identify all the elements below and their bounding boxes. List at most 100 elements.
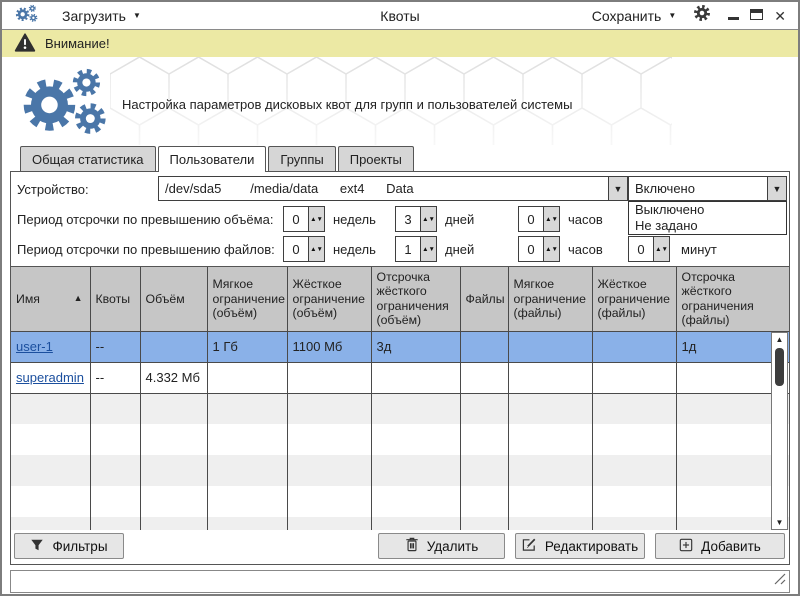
table-cell: [508, 362, 592, 393]
column-header[interactable]: Объём: [140, 267, 207, 331]
quota-state-combobox[interactable]: Включено ▼: [628, 176, 787, 201]
hours-unit: часов: [568, 212, 603, 227]
user-link[interactable]: user-1: [16, 339, 53, 354]
column-header[interactable]: Мягкое ограничение (объём): [207, 267, 287, 331]
warning-banner: Внимание!: [2, 30, 798, 57]
tab-users[interactable]: Пользователи: [158, 146, 267, 172]
chevron-down-icon[interactable]: ▼: [767, 177, 786, 200]
table-cell: [207, 362, 287, 393]
delete-button[interactable]: Удалить: [378, 533, 505, 559]
filters-label: Фильтры: [52, 539, 107, 554]
sort-ascending-icon: ▲: [74, 293, 85, 304]
vertical-scrollbar[interactable]: ▲ ▼: [771, 332, 788, 530]
column-header[interactable]: Отсрочка жёсткого ограничения (файлы): [676, 267, 789, 331]
save-menu-button[interactable]: Сохранить ▼: [592, 8, 677, 24]
table-cell: 1 Гб: [207, 331, 287, 362]
add-label: Добавить: [701, 539, 761, 554]
weeks-unit: недель: [333, 212, 376, 227]
table-row[interactable]: superadmin--4.332 Мб: [11, 362, 789, 393]
files-days-stepper[interactable]: 1 ▲▼: [395, 236, 437, 262]
table-cell: 4.332 Мб: [140, 362, 207, 393]
scroll-up-icon[interactable]: ▲: [776, 333, 784, 346]
scrollbar-thumb[interactable]: [775, 348, 784, 386]
add-button[interactable]: Добавить: [655, 533, 785, 559]
volume-weeks-stepper[interactable]: 0 ▲▼: [283, 206, 325, 232]
stepper-value: 1: [396, 237, 420, 261]
column-header[interactable]: Жёсткое ограничение (файлы): [592, 267, 676, 331]
table-cell: [460, 362, 508, 393]
stepper-arrows-icon[interactable]: ▲▼: [543, 237, 559, 261]
volume-days-stepper[interactable]: 3 ▲▼: [395, 206, 437, 232]
plus-square-icon: [679, 538, 693, 555]
dropdown-option-disabled[interactable]: Выключено: [629, 202, 786, 218]
stepper-arrows-icon[interactable]: ▲▼: [420, 207, 436, 231]
table-cell: [371, 362, 460, 393]
files-period-label: Период отсрочки по превышению файлов:: [17, 242, 275, 257]
stepper-arrows-icon[interactable]: ▲▼: [308, 237, 324, 261]
restore-button[interactable]: [750, 7, 763, 25]
delete-label: Удалить: [427, 539, 479, 554]
quota-controls: Устройство: /dev/sda5 /media/data ext4 D…: [11, 172, 789, 266]
scroll-down-icon[interactable]: ▼: [776, 516, 784, 529]
stepper-value: 0: [284, 207, 308, 231]
column-header[interactable]: Квоты: [90, 267, 140, 331]
column-header[interactable]: Имя▲: [11, 267, 90, 331]
tab-projects[interactable]: Проекты: [338, 146, 414, 171]
stepper-arrows-icon[interactable]: ▲▼: [420, 237, 436, 261]
volume-hours-stepper[interactable]: 0 ▲▼: [518, 206, 560, 232]
table-cell: [592, 331, 676, 362]
settings-gear-icon[interactable]: [693, 4, 711, 27]
close-button[interactable]: ✕: [774, 9, 786, 23]
stepper-value: 0: [629, 237, 653, 261]
files-hours-stepper[interactable]: 0 ▲▼: [518, 236, 560, 262]
table-cell: 1100 Мб: [287, 331, 371, 362]
files-minutes-stepper[interactable]: 0 ▲▼: [628, 236, 670, 262]
minutes-unit: минут: [681, 242, 717, 257]
device-combobox[interactable]: /dev/sda5 /media/data ext4 Data ▼: [158, 176, 628, 201]
dropdown-option-notset[interactable]: Не задано: [629, 218, 786, 234]
page-header: Настройка параметров дисковых квот для г…: [2, 57, 798, 145]
table-cell: 3д: [371, 331, 460, 362]
tab-bar: Общая статистика Пользователи Группы Про…: [20, 145, 798, 171]
tab-label: Проекты: [350, 152, 402, 167]
table-cell: [140, 331, 207, 362]
filters-button[interactable]: Фильтры: [14, 533, 124, 559]
column-header[interactable]: Жёсткое ограничение (объём): [287, 267, 371, 331]
minimize-button[interactable]: [728, 17, 739, 20]
column-header[interactable]: Мягкое ограничение (файлы): [508, 267, 592, 331]
days-unit: дней: [445, 212, 474, 227]
empty-row: [11, 455, 789, 486]
stepper-arrows-icon[interactable]: ▲▼: [543, 207, 559, 231]
column-header[interactable]: Файлы: [460, 267, 508, 331]
tab-label: Пользователи: [170, 152, 255, 167]
load-menu-label: Загрузить: [62, 8, 126, 24]
table-cell: --: [90, 331, 140, 362]
stepper-arrows-icon[interactable]: ▲▼: [308, 207, 324, 231]
chevron-down-icon: ▼: [133, 11, 141, 20]
chevron-down-icon: ▼: [668, 11, 676, 20]
table-cell: user-1: [11, 331, 90, 362]
table-header-row: Имя▲КвотыОбъёмМягкое ограничение (объём)…: [11, 267, 789, 331]
stepper-value: 0: [519, 237, 543, 261]
table-cell: [287, 362, 371, 393]
files-weeks-stepper[interactable]: 0 ▲▼: [283, 236, 325, 262]
user-link[interactable]: superadmin: [16, 370, 84, 385]
load-menu-button[interactable]: Загрузить ▼: [62, 8, 141, 24]
tab-groups[interactable]: Группы: [268, 146, 335, 171]
status-bar: [10, 570, 790, 593]
device-value: /dev/sda5 /media/data ext4 Data: [159, 177, 608, 200]
stepper-value: 0: [284, 237, 308, 261]
column-header[interactable]: Отсрочка жёсткого ограничения (объём): [371, 267, 460, 331]
tab-label: Общая статистика: [32, 152, 144, 167]
empty-row: [11, 424, 789, 455]
edit-button[interactable]: Редактировать: [515, 533, 645, 559]
stepper-arrows-icon[interactable]: ▲▼: [653, 237, 669, 261]
titlebar: Квоты Загрузить ▼: [2, 2, 798, 30]
quota-state-dropdown: Выключено Не задано: [628, 201, 787, 235]
quota-state-value: Включено: [629, 177, 767, 200]
app-window: Квоты Загрузить ▼: [0, 0, 800, 596]
tab-general-statistics[interactable]: Общая статистика: [20, 146, 156, 171]
resize-grip[interactable]: [774, 572, 786, 590]
table-row[interactable]: user-1--1 Гб1100 Мб3д1д: [11, 331, 789, 362]
chevron-down-icon[interactable]: ▼: [608, 177, 627, 200]
